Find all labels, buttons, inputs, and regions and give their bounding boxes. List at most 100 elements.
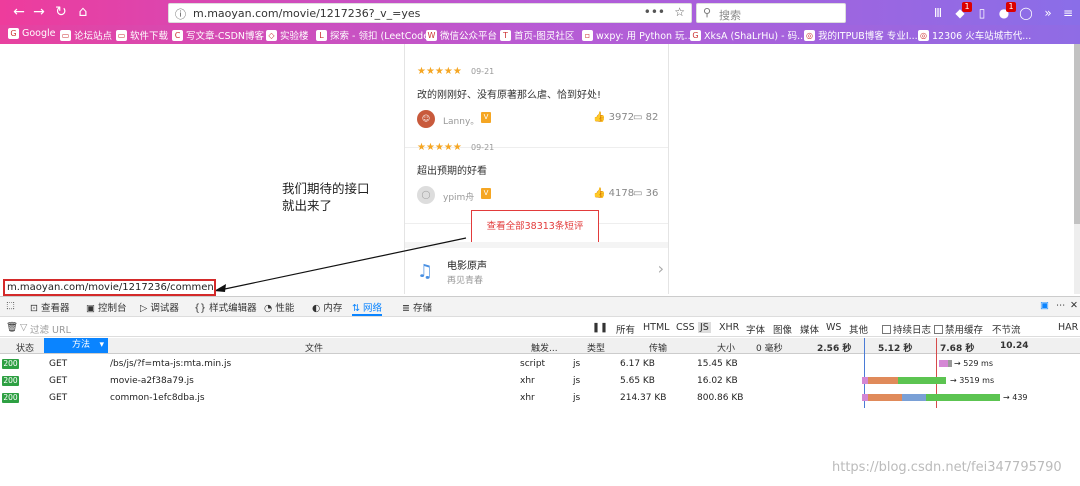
comment-icon: ▭: [633, 112, 643, 123]
table-row[interactable]: 200 GET movie-a2f38a79.js xhr js 5.65 KB…: [0, 373, 1080, 389]
filter-media[interactable]: 媒体: [800, 322, 819, 336]
timeline-tick: 0 毫秒: [756, 344, 783, 354]
col-transferred[interactable]: 传输: [649, 341, 667, 354]
account-icon[interactable]: ◯: [1018, 5, 1034, 21]
tab-performance[interactable]: ◔ 性能: [264, 300, 294, 314]
chevron-right-icon: ›: [657, 259, 664, 278]
turing-icon: T: [500, 29, 511, 41]
bookmark-github[interactable]: G XksA (ShaLrHu) - 码...: [690, 28, 806, 42]
filter-xhr[interactable]: XHR: [719, 322, 739, 333]
like-button[interactable]: 👍 3972: [593, 112, 634, 123]
filter-images[interactable]: 图像: [773, 322, 792, 336]
library-icon[interactable]: Ⅲ: [930, 5, 946, 21]
close-icon[interactable]: ✕: [1070, 300, 1078, 311]
inspect-picker-icon[interactable]: ⬚: [6, 300, 15, 311]
bookmark-csdn[interactable]: C 写文章-CSDN博客: [172, 28, 264, 42]
filter-other[interactable]: 其他: [849, 322, 868, 336]
col-method[interactable]: 方法 ▾: [44, 338, 108, 353]
tab-console[interactable]: ▣ 控制台: [86, 300, 127, 314]
review-text: 改的刚刚好、没有原著那么虐、恰到好处!: [417, 90, 602, 101]
overflow-icon[interactable]: »: [1040, 5, 1056, 21]
comment-button[interactable]: ▭ 36: [633, 188, 658, 199]
google-icon: G: [8, 28, 19, 39]
network-filter-bar: 🗑 ▽ 过滤 URL ❚❚ 所有 HTML CSS JS XHR 字体 图像 媒…: [0, 318, 1080, 337]
filter-url-input[interactable]: 过滤 URL: [30, 322, 71, 336]
col-cause[interactable]: 触发...: [531, 341, 558, 354]
col-file[interactable]: 文件: [305, 341, 323, 354]
tab-memory[interactable]: ◐ 内存: [312, 300, 342, 314]
filter-html[interactable]: HTML: [643, 322, 669, 333]
persist-log-checkbox[interactable]: 持续日志: [882, 322, 931, 336]
like-button[interactable]: 👍 4178: [593, 188, 634, 199]
filter-ws[interactable]: WS: [826, 322, 841, 333]
site-icon: ◇: [266, 29, 277, 41]
waterfall-bar: [948, 360, 952, 367]
bookmark-folder[interactable]: ▭ 论坛站点: [60, 28, 112, 42]
network-table-header: 状态 方法 ▾ 文件 触发... 类型 传输 大小 0 毫秒 2.56 秒 5.…: [0, 338, 1080, 354]
menu-icon[interactable]: ≡: [1060, 5, 1076, 21]
bookmark-google[interactable]: G Google: [8, 28, 56, 39]
avatar[interactable]: ◯: [417, 186, 435, 204]
more-options-icon[interactable]: ⋯: [1056, 300, 1066, 311]
bookmark-folder[interactable]: ▭ 软件下载: [116, 28, 168, 42]
reload-icon[interactable]: ↻: [52, 3, 70, 21]
pause-icon[interactable]: ❚❚: [592, 322, 608, 333]
scrollbar-thumb[interactable]: [1074, 44, 1080, 224]
home-icon[interactable]: ⌂: [74, 3, 92, 21]
bookmark-wechat[interactable]: W 微信公众平台: [426, 28, 497, 42]
username[interactable]: ypim舟: [443, 190, 474, 203]
addon-icon[interactable]: ● 1: [996, 2, 1016, 21]
dock-icon[interactable]: ▣: [1040, 300, 1049, 311]
bookmark-star-icon[interactable]: ☆: [674, 5, 685, 19]
browser-toolbar: ← → ↻ ⌂ ⓘ m.maoyan.com/movie/1217236?_v_…: [0, 0, 1080, 25]
table-row[interactable]: 200 GET /bs/js/?f=mta-js:mta.min.js scri…: [0, 356, 1080, 372]
filter-js[interactable]: JS: [698, 322, 711, 333]
filter-fonts[interactable]: 字体: [746, 322, 765, 336]
status-url-popup: m.maoyan.com/movie/1217236/comments?_v_=…: [3, 279, 216, 296]
username[interactable]: Lanny。: [443, 114, 479, 127]
request-duration: → 529 ms: [954, 359, 994, 368]
bookmark-wxpy[interactable]: ▫ wxpy: 用 Python 玩...: [582, 28, 694, 42]
page-actions-icon[interactable]: •••: [644, 5, 665, 19]
tab-network[interactable]: ⇅ 网络: [352, 300, 382, 316]
bookmark-shiyanlou[interactable]: ◇ 实验楼: [266, 28, 309, 42]
search-input[interactable]: ⚲ 搜索: [696, 3, 846, 23]
col-status[interactable]: 状态: [16, 341, 34, 354]
bookmark-12306[interactable]: ◎ 12306 火车站城市代...: [918, 28, 1031, 42]
rating-stars: ★★★★★: [417, 142, 462, 153]
filter-css[interactable]: CSS: [676, 322, 695, 333]
har-menu[interactable]: HAR ▾: [1058, 322, 1080, 333]
page-scrollbar[interactable]: [1074, 44, 1080, 294]
tab-style-editor[interactable]: {} 样式编辑器: [194, 300, 257, 314]
tab-inspector[interactable]: ⊡ 查看器: [30, 300, 70, 314]
tab-debugger[interactable]: ▷ 调试器: [140, 300, 179, 314]
view-all-comments-button[interactable]: 查看全部38313条短评: [471, 210, 599, 244]
back-icon[interactable]: ←: [10, 3, 28, 21]
sidebar-icon[interactable]: ▯: [974, 5, 990, 21]
thumbs-up-icon: 👍: [593, 112, 606, 123]
status-badge: 200: [2, 393, 19, 403]
music-note-icon: ♫: [417, 261, 434, 282]
bookmark-itpub[interactable]: ◎ 我的ITPUB博客 专业I...: [804, 28, 918, 42]
comment-icon: ▭: [633, 188, 643, 199]
bookmark-turing[interactable]: T 首页-图灵社区: [500, 28, 574, 42]
info-icon[interactable]: ⓘ: [175, 6, 186, 22]
avatar[interactable]: ☺: [417, 110, 435, 128]
address-bar[interactable]: ⓘ m.maoyan.com/movie/1217236?_v_=yes •••…: [168, 3, 692, 23]
extension-icon[interactable]: ◆ 1: [952, 2, 972, 21]
comment-button[interactable]: ▭ 82: [633, 112, 658, 123]
disable-cache-checkbox[interactable]: 禁用缓存: [934, 322, 983, 336]
throttle-select[interactable]: 不节流: [992, 322, 1021, 336]
col-size[interactable]: 大小: [717, 341, 735, 354]
request-transferred: 6.17 KB: [620, 359, 655, 369]
table-row[interactable]: 200 GET common-1efc8dba.js xhr js 214.37…: [0, 390, 1080, 406]
tab-storage[interactable]: ≣ 存储: [402, 300, 432, 314]
bookmark-leetcode[interactable]: L 探索 - 领扣 (LeetCode): [316, 28, 433, 42]
trash-icon[interactable]: 🗑: [6, 322, 18, 333]
extension-badge: 1: [962, 2, 972, 12]
filter-all[interactable]: 所有: [616, 322, 635, 336]
forward-icon[interactable]: →: [30, 3, 48, 21]
search-placeholder: 搜索: [719, 9, 741, 22]
col-type[interactable]: 类型: [587, 341, 605, 354]
soundtrack-item[interactable]: ♫ 电影原声 再见青春 ›: [405, 249, 668, 294]
